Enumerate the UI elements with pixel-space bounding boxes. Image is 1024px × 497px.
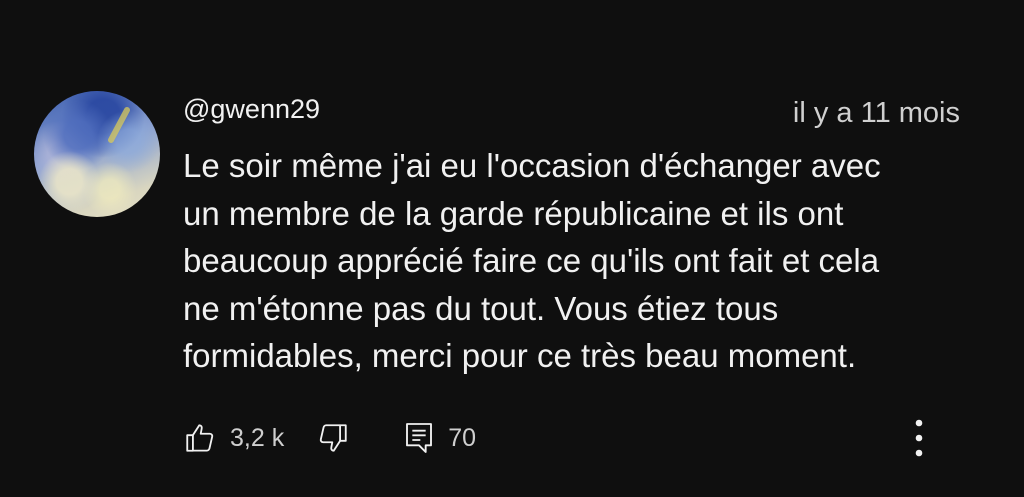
reply-count: 70 [448,423,477,452]
like-count: 3,2 k [230,423,285,452]
comment-icon[interactable] [402,418,436,458]
comment-text-line: Le soir même j'ai eu l'occasion d'échang… [183,147,881,184]
thumbs-down-icon[interactable] [316,418,350,458]
avatar-detail [106,105,132,145]
comment-actions: 3,2 k 70 [183,418,476,458]
comment-card: @gwenn29 il y a 11 mois Le soir même j'a… [0,0,1024,497]
comment-author[interactable]: @gwenn29 [183,92,320,126]
avatar[interactable] [34,91,160,217]
comment-text-line: ne m'étonne pas du tout. Vous étiez tous [183,289,779,327]
more-vertical-icon[interactable] [906,416,932,462]
comment-text-line: beaucoup apprécié faire ce qu'ils ont fa… [183,242,880,279]
comment-text-line: formidables, merci pour ce très beau mom… [183,337,857,374]
comment-text: Le soir même j'ai eu l'occasion d'échang… [183,142,983,380]
comment-text-line: un membre de la garde républicaine et il… [183,194,844,232]
comment-timestamp[interactable]: il y a 11 mois [793,96,960,130]
thumbs-up-icon[interactable] [183,418,217,458]
